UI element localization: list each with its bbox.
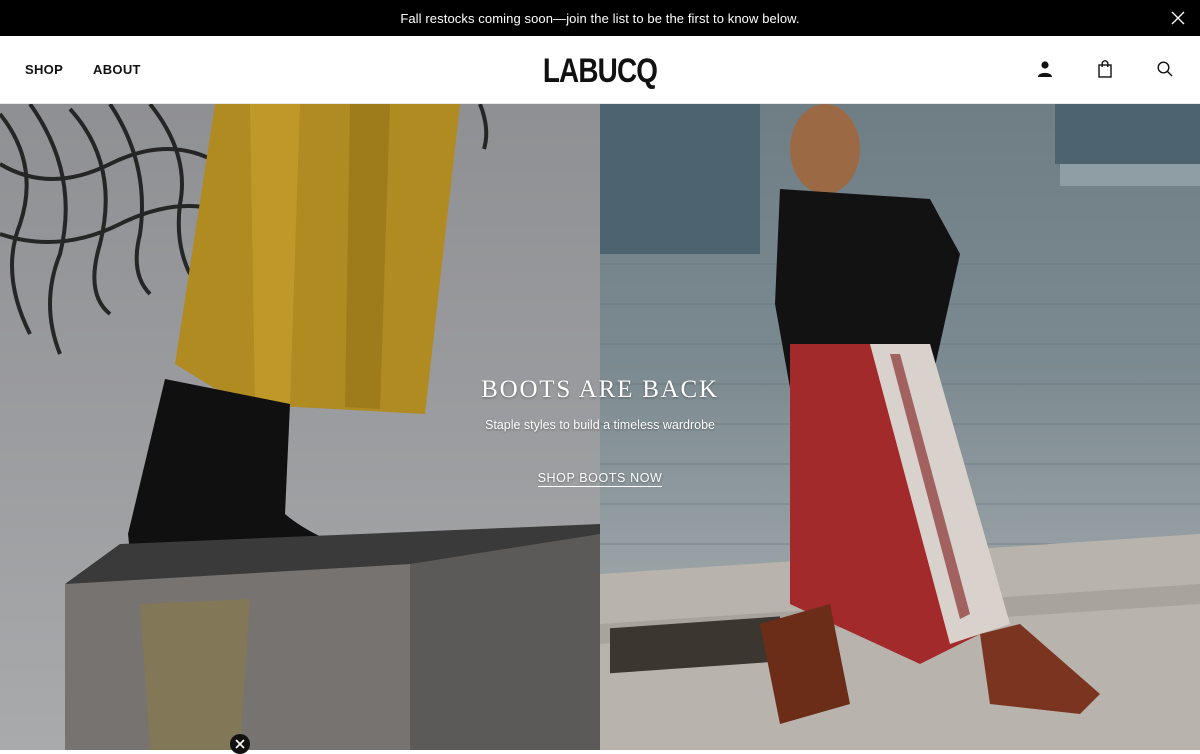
- hero-image-right: [600, 104, 1200, 750]
- announcement-bar: Fall restocks coming soon—join the list …: [0, 0, 1200, 36]
- site-logo[interactable]: LABUCQ: [108, 52, 1092, 91]
- hero-image-left: [0, 104, 600, 750]
- close-icon[interactable]: [1170, 10, 1186, 26]
- search-icon[interactable]: [1156, 60, 1174, 78]
- site-header: SHOP ABOUT LABUCQ: [0, 36, 1200, 104]
- announcement-text: Fall restocks coming soon—join the list …: [400, 10, 800, 26]
- shop-boots-link[interactable]: SHOP BOOTS NOW: [537, 471, 663, 487]
- bag-icon[interactable]: [1096, 60, 1114, 78]
- popup-close-button[interactable]: [230, 734, 250, 754]
- hero-banner: BOOTS ARE BACK Staple styles to build a …: [0, 104, 1200, 750]
- account-icon[interactable]: [1036, 60, 1054, 78]
- close-icon: [235, 739, 245, 749]
- header-icons: [1036, 60, 1174, 78]
- nav-shop[interactable]: SHOP: [25, 62, 63, 77]
